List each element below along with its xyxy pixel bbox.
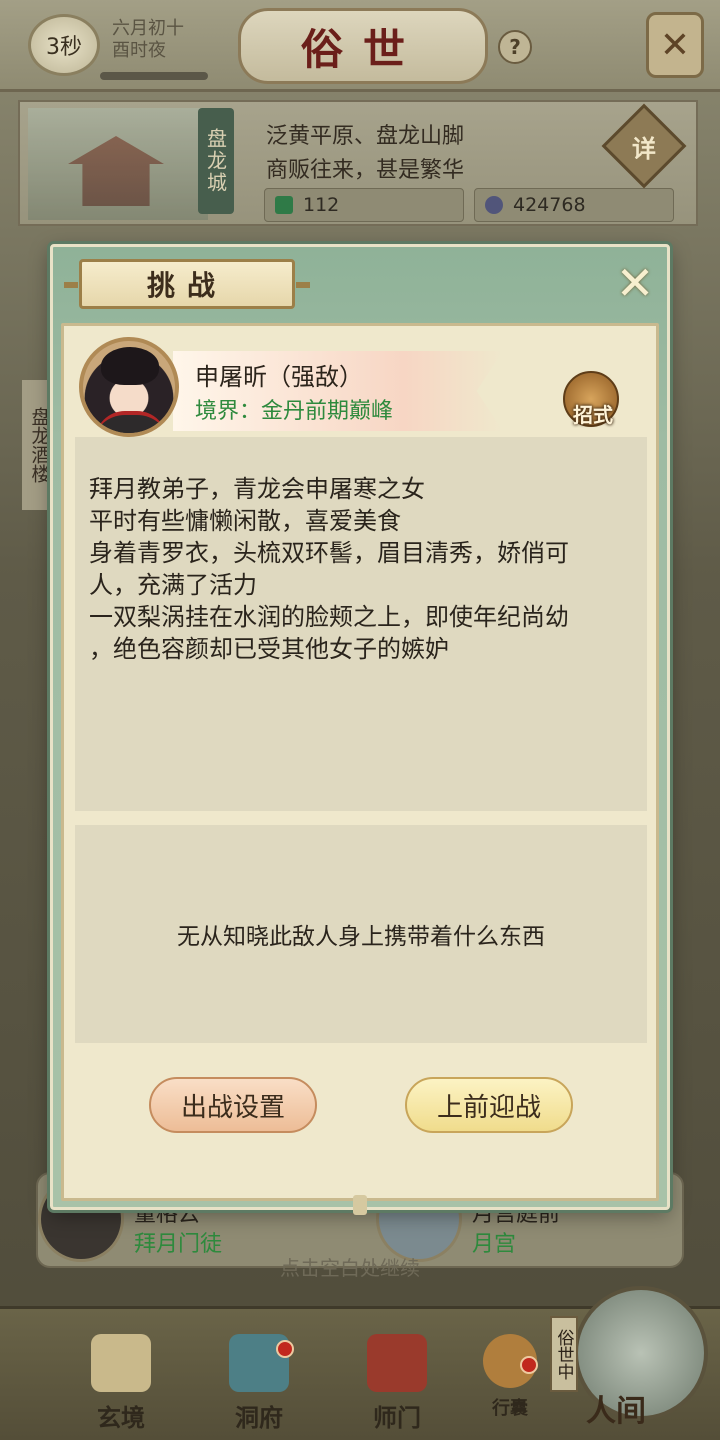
dialog-close-button[interactable]: ✕ <box>613 256 657 310</box>
loot-message: 无从知晓此敌人身上携带着什么东西 <box>177 924 545 950</box>
location-description-1: 泛黄平原、盘龙山脚 <box>266 124 465 149</box>
nav-item-shimen[interactable]: 师门 <box>342 1330 452 1432</box>
nav-label: 师门 <box>373 1403 421 1432</box>
tap-hint: 点击空白处继续 <box>280 1256 420 1280</box>
challenge-dialog: 挑战 ✕ 申屠昕（强敌） 境界：金丹前期巅峰 招式 拜月教弟子，青龙会申屠寒之女… <box>50 244 670 1215</box>
nav-label: 玄境 <box>97 1403 145 1432</box>
coin-counter: 424768 <box>474 188 674 222</box>
scroll-icon <box>91 1334 151 1392</box>
time-progress-bar <box>100 72 208 80</box>
page-title: 俗世 <box>238 8 488 84</box>
banknote-icon <box>275 196 293 214</box>
scroll-handle <box>353 1195 367 1215</box>
loot-panel: 无从知晓此敌人身上携带着什么东西 <box>75 825 647 1043</box>
timer-badge[interactable]: 3秒 <box>28 14 100 76</box>
nav-item-xuanjing[interactable]: 玄境 <box>66 1330 176 1432</box>
description-line: ，绝色容颜却已受其他女子的嫉妒 <box>89 635 449 663</box>
money-value: 112 <box>303 194 340 216</box>
npc-sect: 拜月门徒 <box>134 1232 223 1257</box>
enemy-description: 拜月教弟子，青龙会申屠寒之女 平时有些慵懒闲散，喜爱美食 身着青罗衣，头梳双环髻… <box>75 437 647 811</box>
location-panel: 盘龙城 泛黄平原、盘龙山脚 商贩往来，甚是繁华 112 424768 详 <box>18 100 698 226</box>
date-line-1: 六月初十 <box>112 18 184 39</box>
notification-dot <box>520 1356 538 1374</box>
close-scene-button[interactable]: ✕ <box>646 12 704 78</box>
coin-value: 424768 <box>513 194 586 216</box>
nav-item-dongfu[interactable]: 洞府 <box>204 1330 314 1432</box>
description-line: 人，充满了活力 <box>89 571 257 599</box>
notification-dot <box>276 1340 294 1358</box>
nav-label: 行囊 <box>492 1398 528 1419</box>
top-bar: 3秒 六月初十 酉时夜 俗世 ? ✕ <box>0 0 720 92</box>
place-sect: 月宫 <box>472 1232 517 1257</box>
detail-label: 详 <box>632 134 656 163</box>
money-counter: 112 <box>264 188 464 222</box>
world-label: 人间 <box>586 1394 646 1429</box>
location-description-2: 商贩往来，甚是繁华 <box>266 158 465 183</box>
help-button[interactable]: ? <box>498 30 532 64</box>
game-date: 六月初十 酉时夜 <box>112 18 184 62</box>
enemy-portrait[interactable] <box>79 337 179 437</box>
nav-item-xingnang[interactable]: 行囊 <box>460 1330 560 1430</box>
description-line: 身着青罗衣，头梳双环髻，眉目清秀，娇俏可 <box>89 539 569 567</box>
close-icon: ✕ <box>659 24 691 66</box>
coin-icon <box>485 196 503 214</box>
portrait-hair <box>101 347 159 385</box>
close-icon: ✕ <box>615 256 655 310</box>
world-status-tag: 俗世中 <box>550 1316 578 1392</box>
description-line: 拜月教弟子，青龙会申屠寒之女 <box>89 475 425 503</box>
nav-label: 洞府 <box>235 1403 283 1432</box>
date-line-2: 酉时夜 <box>112 40 166 61</box>
city-name-banner: 盘龙城 <box>198 108 234 214</box>
description-line: 平时有些慵懒闲散，喜爱美食 <box>89 507 401 535</box>
battle-settings-button[interactable]: 出战设置 <box>149 1077 317 1133</box>
location-detail-button[interactable]: 详 <box>601 103 687 189</box>
city-illustration <box>28 108 208 220</box>
enemy-realm: 境界：金丹前期巅峰 <box>195 399 394 424</box>
banner-icon <box>367 1334 427 1392</box>
description-line: 一双梨涡挂在水润的脸颊之上，即使年纪尚幼 <box>89 603 569 631</box>
dialog-title: 挑战 <box>64 259 310 309</box>
enemy-name: 申屠昕（强敌） <box>195 363 363 391</box>
skills-button-label[interactable]: 招式 <box>563 399 623 428</box>
engage-battle-button[interactable]: 上前迎战 <box>405 1077 573 1133</box>
